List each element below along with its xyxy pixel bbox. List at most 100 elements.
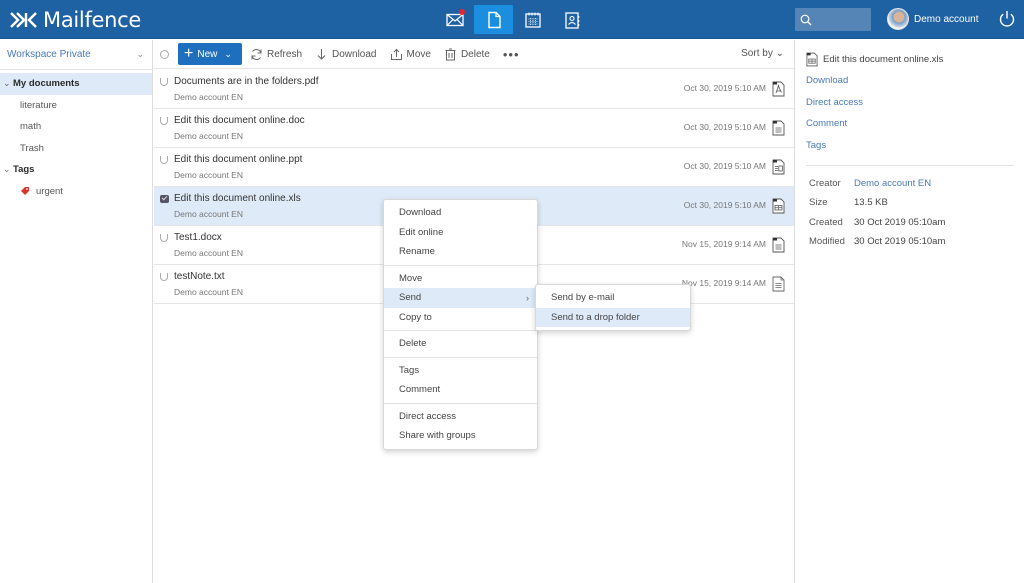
meta-row-size: Size 13.5 KB — [806, 193, 1024, 213]
sidebar-item-math[interactable]: math — [0, 116, 152, 138]
chevron-down-icon: ⌄ — [775, 48, 784, 59]
search-input[interactable] — [815, 14, 865, 25]
menu-item-send-by-email[interactable]: Send by e-mail — [536, 288, 690, 308]
sidebar-item-my-documents[interactable]: ⌄ My documents — [0, 73, 152, 95]
file-name: Edit this document online.ppt — [174, 154, 303, 165]
move-button[interactable]: Move — [390, 48, 431, 61]
file-name: Test1.docx — [174, 232, 222, 243]
chevron-down-icon[interactable]: ⌄ — [224, 49, 232, 60]
top-bar: Mailfence Demo account — [0, 0, 1024, 39]
meta-row-created: Created 30 Oct 2019 05:10am — [806, 213, 1024, 233]
details-comment-link[interactable]: Comment — [806, 118, 1024, 132]
sidebar-item-tag-urgent[interactable]: urgent — [0, 181, 152, 203]
details-tags-link[interactable]: Tags — [806, 140, 1024, 154]
file-date: Oct 30, 2019 5:10 AM — [683, 200, 766, 210]
menu-item-send[interactable]: Send › — [384, 288, 537, 308]
file-name: testNote.txt — [174, 271, 225, 282]
menu-item-rename[interactable]: Rename — [384, 242, 537, 262]
file-owner: Demo account EN — [174, 170, 243, 180]
menu-divider — [384, 330, 537, 331]
details-file-name: Edit this document online.xls — [823, 54, 944, 65]
meta-key: Size — [809, 197, 828, 209]
refresh-button[interactable]: Refresh — [250, 48, 302, 61]
menu-item-copy-to[interactable]: Copy to — [384, 308, 537, 328]
sidebar-item-literature[interactable]: literature — [0, 95, 152, 117]
file-row[interactable]: Edit this document online.ppt Demo accou… — [154, 148, 794, 187]
details-title: Edit this document online.xls — [806, 52, 1024, 67]
contacts-app-button[interactable] — [552, 5, 591, 34]
menu-item-download[interactable]: Download — [384, 203, 537, 223]
chevron-down-icon[interactable]: ⌄ — [3, 164, 13, 175]
delete-button[interactable]: Delete — [444, 48, 490, 61]
documents-app-button[interactable] — [474, 5, 513, 34]
file-date: Nov 15, 2019 9:14 AM — [681, 278, 766, 288]
mailfence-logo[interactable]: Mailfence — [9, 7, 141, 33]
mail-app-button[interactable] — [435, 5, 474, 34]
file-owner: Demo account EN — [174, 287, 243, 297]
menu-item-direct-access[interactable]: Direct access — [384, 407, 537, 427]
refresh-label: Refresh — [267, 48, 303, 60]
menu-item-tags[interactable]: Tags — [384, 361, 537, 381]
menu-item-label: Move — [399, 272, 423, 284]
file-date: Nov 15, 2019 9:14 AM — [681, 239, 766, 249]
toolbar: + New ⌄ Refresh Download Move Delete •••… — [154, 40, 794, 69]
sidebar-item-label: Trash — [20, 142, 44, 154]
account-menu[interactable]: Demo account — [887, 8, 978, 30]
meta-key: Modified — [809, 236, 845, 248]
sidebar-item-label: urgent — [36, 185, 63, 197]
meta-value: 13.5 KB — [854, 197, 888, 209]
details-download-link[interactable]: Download — [806, 75, 1024, 89]
row-checkbox[interactable] — [160, 273, 168, 281]
row-checkbox-checked[interactable] — [160, 195, 169, 203]
workspace-label: Workspace Private — [7, 49, 91, 60]
menu-item-move[interactable]: Move — [384, 269, 537, 289]
chevron-down-icon[interactable]: ⌄ — [3, 78, 13, 89]
calendar-icon — [524, 12, 541, 28]
meta-row-creator: Creator Demo account EN — [806, 174, 1024, 194]
row-checkbox[interactable] — [160, 117, 168, 125]
creator-link[interactable]: Demo account EN — [854, 178, 931, 189]
file-owner: Demo account EN — [174, 92, 243, 102]
brand-name: Mailfence — [43, 8, 142, 32]
menu-divider — [384, 264, 537, 266]
menu-item-send-to-drop-folder[interactable]: Send to a drop folder — [536, 307, 690, 327]
workspace-selector[interactable]: Workspace Private ⌄ — [0, 40, 152, 70]
menu-item-label: Comment — [399, 384, 441, 396]
row-checkbox[interactable] — [160, 156, 168, 164]
delete-label: Delete — [460, 48, 490, 60]
menu-item-label: Rename — [399, 246, 435, 258]
sidebar-item-label: math — [20, 121, 42, 133]
details-metadata: Creator Demo account EN Size 13.5 KB Cre… — [806, 174, 1024, 252]
more-options-button[interactable]: ••• — [503, 47, 520, 62]
move-label: Move — [406, 48, 431, 60]
menu-item-delete[interactable]: Delete — [384, 334, 537, 354]
download-label: Download — [332, 48, 377, 60]
xls-file-icon — [772, 198, 785, 214]
meta-key: Created — [809, 216, 843, 228]
details-divider — [806, 164, 1014, 166]
menu-item-edit-online[interactable]: Edit online — [384, 223, 537, 243]
tag-icon — [21, 187, 29, 196]
select-all-checkbox[interactable] — [160, 49, 169, 59]
details-direct-access-link[interactable]: Direct access — [806, 97, 1024, 111]
sidebar-item-trash[interactable]: Trash — [0, 138, 152, 160]
power-icon[interactable] — [997, 9, 1017, 29]
account-name: Demo account — [914, 13, 979, 25]
meta-value: 30 Oct 2019 05:10am — [854, 216, 946, 228]
menu-item-share-with-groups[interactable]: Share with groups — [384, 426, 537, 446]
file-date: Oct 30, 2019 5:10 AM — [683, 161, 766, 171]
menu-item-comment[interactable]: Comment — [384, 380, 537, 400]
file-name: Edit this document online.xls — [174, 193, 301, 204]
file-row[interactable]: Edit this document online.doc Demo accou… — [154, 109, 794, 148]
calendar-app-button[interactable] — [513, 5, 552, 34]
row-checkbox[interactable] — [160, 78, 168, 86]
chevron-right-icon: › — [526, 292, 529, 303]
download-button[interactable]: Download — [315, 48, 377, 61]
sort-by-dropdown[interactable]: Sort by ⌄ — [741, 48, 784, 59]
new-button[interactable]: + New ⌄ — [178, 43, 242, 65]
search-box[interactable] — [795, 8, 871, 31]
file-row[interactable]: Documents are in the folders.pdf Demo ac… — [154, 70, 794, 109]
doc-file-icon — [772, 120, 785, 136]
row-checkbox[interactable] — [160, 234, 168, 242]
sidebar-item-tags[interactable]: ⌄ Tags — [0, 159, 152, 181]
